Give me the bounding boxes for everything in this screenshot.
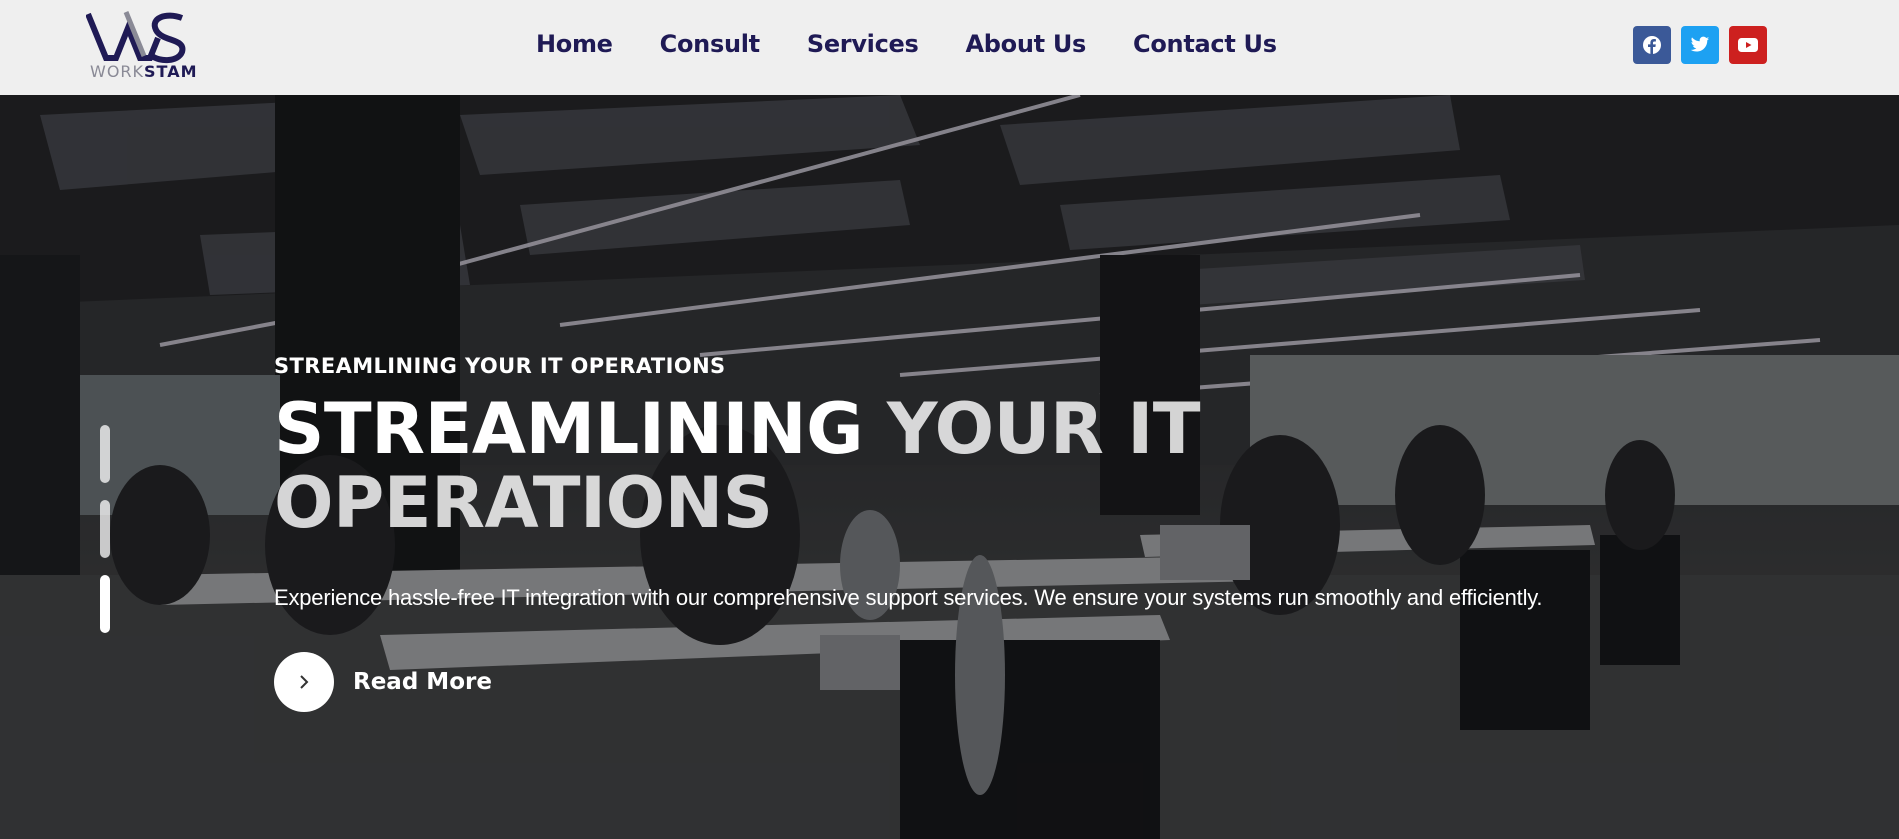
nav-item-consult[interactable]: Consult	[660, 30, 760, 58]
hero-headline: STREAMLINING YOUR IT OPERATIONS	[274, 392, 1274, 540]
hero-eyebrow: STREAMLINING YOUR IT OPERATIONS	[274, 354, 726, 378]
youtube-button[interactable]	[1729, 26, 1767, 64]
site-header: WORKSTAM Home Consult Services About Us …	[0, 0, 1899, 95]
youtube-icon	[1738, 38, 1758, 52]
slide-indicator	[100, 425, 110, 650]
hero-headline-strong: STREAMLINING	[274, 388, 864, 470]
main-nav: Home Consult Services About Us Contact U…	[536, 0, 1277, 88]
slide-dot-2[interactable]	[100, 500, 110, 558]
brand-name-part2: STAM	[144, 62, 198, 81]
hero-description: Experience hassle-free IT integration wi…	[274, 585, 1543, 610]
chevron-right-icon	[300, 675, 309, 689]
brand-logo[interactable]: WORKSTAM	[86, 10, 201, 82]
slide-dot-1[interactable]	[100, 425, 110, 483]
nav-item-services[interactable]: Services	[807, 30, 919, 58]
nav-item-contact-us[interactable]: Contact Us	[1133, 30, 1277, 58]
facebook-button[interactable]	[1633, 26, 1671, 64]
social-links	[1633, 26, 1767, 64]
facebook-icon	[1643, 36, 1661, 54]
brand-wordmark: WORKSTAM	[90, 62, 198, 81]
slide-dot-3-active[interactable]	[100, 575, 110, 633]
twitter-icon	[1690, 36, 1710, 52]
read-more-circle[interactable]	[274, 652, 334, 712]
twitter-button[interactable]	[1681, 26, 1719, 64]
read-more-button[interactable]: Read More	[274, 652, 492, 712]
brand-name-part1: WORK	[90, 62, 145, 81]
read-more-label[interactable]: Read More	[353, 669, 492, 695]
nav-item-home[interactable]: Home	[536, 30, 613, 58]
hero-slider: STREAMLINING YOUR IT OPERATIONS STREAMLI…	[0, 95, 1899, 839]
ws-logo-mark	[86, 11, 186, 64]
nav-item-about-us[interactable]: About Us	[966, 30, 1087, 58]
